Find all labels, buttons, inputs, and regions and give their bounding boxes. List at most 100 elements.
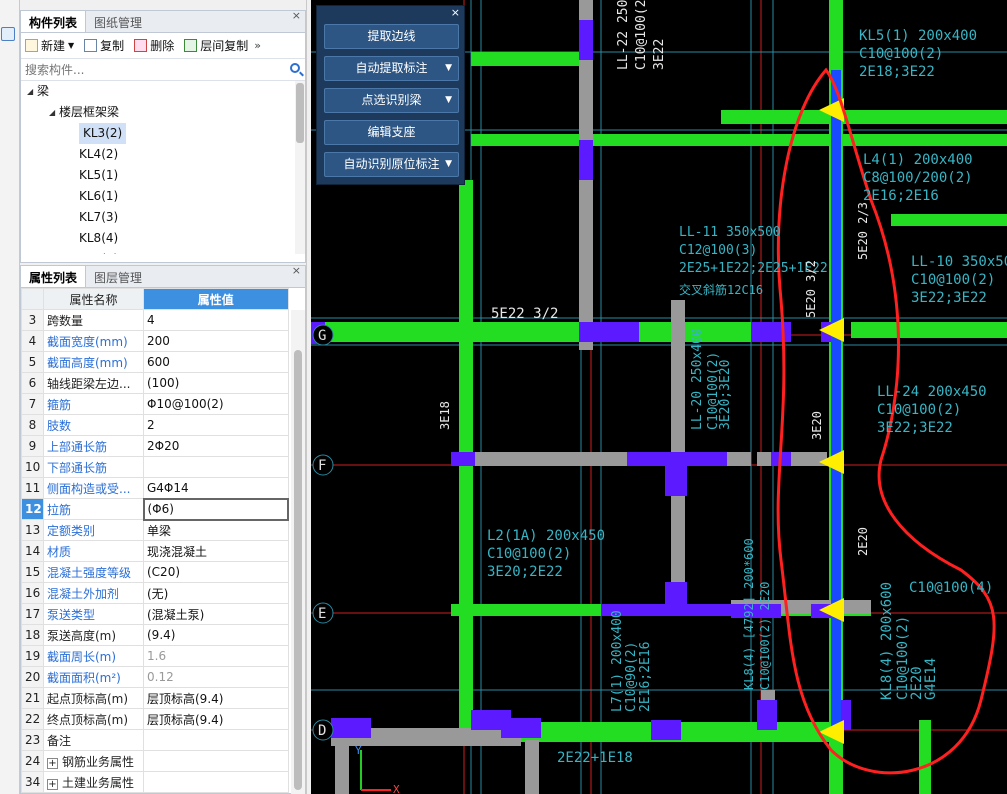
property-value[interactable]: 2Φ20 bbox=[143, 435, 289, 457]
beam-grey bbox=[671, 300, 685, 466]
property-row[interactable]: 19 截面周长(m) 1.6 bbox=[21, 645, 289, 667]
property-panel-tabs: 属性列表 图层管理 bbox=[21, 266, 305, 288]
close-icon[interactable]: × bbox=[451, 6, 460, 19]
property-name-header: 属性名称 bbox=[43, 288, 144, 310]
beam-annotation-text: 交叉斜筋12C16 bbox=[679, 282, 763, 297]
property-name: 起点顶标高(m) bbox=[43, 687, 144, 709]
property-value[interactable]: (混凝土泵) bbox=[143, 603, 289, 625]
tree-item-component[interactable]: KL8(4) bbox=[21, 228, 305, 249]
property-row[interactable]: 14 材质 现浇混凝土 bbox=[21, 540, 289, 562]
expand-icon[interactable]: + bbox=[47, 778, 58, 790]
property-row[interactable]: 9 上部通长筋 2Φ20 bbox=[21, 435, 289, 457]
float-tool-button[interactable]: 自动识别原位标注 ▼ bbox=[324, 152, 459, 177]
property-value[interactable]: 单梁 bbox=[143, 519, 289, 541]
property-row[interactable]: 11 侧面构造或受... G4Φ14 bbox=[21, 477, 289, 499]
tree-collapse-icon[interactable]: ◢ bbox=[49, 102, 59, 123]
copy-button[interactable]: 复制 bbox=[84, 37, 124, 54]
property-row[interactable]: 8 肢数 2 bbox=[21, 414, 289, 436]
property-value[interactable]: (Φ6) bbox=[142, 497, 289, 521]
property-row[interactable]: 7 箍筋 Φ10@100(2) bbox=[21, 393, 289, 415]
property-value[interactable]: 层顶标高(9.4) bbox=[143, 687, 289, 709]
property-row[interactable]: 21 起点顶标高(m) 层顶标高(9.4) bbox=[21, 687, 289, 709]
property-row[interactable]: 13 定额类别 单梁 bbox=[21, 519, 289, 541]
property-row[interactable]: 15 混凝土强度等级 (C20) bbox=[21, 561, 289, 583]
tree-scrollbar[interactable] bbox=[295, 81, 305, 254]
tree-item-component[interactable]: KL7(3) bbox=[21, 207, 305, 228]
close-icon[interactable]: × bbox=[292, 9, 301, 22]
delete-button[interactable]: 删除 bbox=[134, 37, 174, 54]
property-scrollbar-thumb[interactable] bbox=[294, 350, 302, 790]
tab-component-list[interactable]: 构件列表 bbox=[21, 11, 87, 32]
chevron-down-icon[interactable]: ▼ bbox=[445, 153, 452, 176]
property-value[interactable]: 0.12 bbox=[143, 666, 289, 688]
property-row[interactable]: 3 跨数量 4 bbox=[21, 309, 289, 331]
float-tool-button-label: 编辑支座 bbox=[367, 125, 416, 139]
tree-item-component[interactable]: KL4(2) bbox=[21, 144, 305, 165]
expand-icon[interactable]: + bbox=[47, 757, 58, 769]
beam-blue bbox=[451, 452, 475, 466]
float-tool-button-label: 点选识别梁 bbox=[361, 93, 422, 107]
chevron-down-icon[interactable]: ▼ bbox=[445, 89, 452, 112]
chevron-down-icon[interactable]: ▼ bbox=[445, 57, 452, 80]
property-value[interactable]: (9.4) bbox=[143, 624, 289, 646]
property-value[interactable]: Φ10@100(2) bbox=[143, 393, 289, 415]
tree-node-frame-beam[interactable]: ◢ 楼层框架梁 bbox=[21, 102, 305, 123]
tree-item-component[interactable]: KL6(1) bbox=[21, 186, 305, 207]
tree-item-component[interactable]: KL3(2) bbox=[21, 123, 305, 144]
property-value[interactable] bbox=[143, 456, 289, 478]
property-value[interactable]: 200 bbox=[143, 330, 289, 352]
panel-toggle-icon[interactable] bbox=[1, 27, 15, 41]
float-tool-button[interactable]: 自动提取标注 ▼ bbox=[324, 56, 459, 81]
property-value[interactable]: (无) bbox=[143, 582, 289, 604]
property-value[interactable] bbox=[143, 750, 289, 772]
property-row[interactable]: 23 备注 bbox=[21, 729, 289, 751]
property-row[interactable]: 20 截面面积(m²) 0.12 bbox=[21, 666, 289, 688]
property-value[interactable]: (C20) bbox=[143, 561, 289, 583]
search-input[interactable] bbox=[21, 59, 305, 80]
property-row[interactable]: 12 拉筋 (Φ6) bbox=[21, 497, 289, 521]
tab-layer-management[interactable]: 图层管理 bbox=[86, 266, 150, 287]
property-value[interactable]: 600 bbox=[143, 351, 289, 373]
property-row-number: 23 bbox=[21, 729, 44, 751]
property-row[interactable]: 6 轴线距梁左边... (100) bbox=[21, 372, 289, 394]
property-row[interactable]: 24 + 钢筋业务属性 bbox=[21, 750, 289, 772]
property-row[interactable]: 4 截面宽度(mm) 200 bbox=[21, 330, 289, 352]
property-row[interactable]: 5 截面高度(mm) 600 bbox=[21, 351, 289, 373]
property-row[interactable]: 17 泵送类型 (混凝土泵) bbox=[21, 603, 289, 625]
tree-collapse-icon[interactable]: ◢ bbox=[27, 81, 37, 102]
property-value[interactable] bbox=[143, 729, 289, 751]
close-icon[interactable]: × bbox=[292, 264, 301, 277]
layer-copy-button[interactable]: 层间复制 bbox=[184, 37, 248, 54]
property-value[interactable]: 2 bbox=[143, 414, 289, 436]
toolbar-more-icon[interactable]: » bbox=[254, 39, 261, 52]
tree-node-beam[interactable]: ◢ 梁 bbox=[21, 81, 305, 102]
beam-annotation-text: 2E16;2E16 bbox=[863, 188, 939, 204]
tree-scrollbar-thumb[interactable] bbox=[296, 83, 304, 143]
property-row[interactable]: 34 + 土建业务属性 bbox=[21, 771, 289, 793]
property-value[interactable]: (100) bbox=[143, 372, 289, 394]
tab-drawing-management[interactable]: 图纸管理 bbox=[86, 11, 150, 32]
property-row[interactable]: 18 泵送高度(m) (9.4) bbox=[21, 624, 289, 646]
new-button[interactable]: 新建 ▼ bbox=[25, 37, 74, 54]
tree-item-component[interactable]: KL9(2) bbox=[21, 249, 305, 254]
float-tool-button[interactable]: 编辑支座 bbox=[324, 120, 459, 145]
property-row[interactable]: 22 终点顶标高(m) 层顶标高(9.4) bbox=[21, 708, 289, 730]
tree-item-component[interactable]: KL5(1) bbox=[21, 165, 305, 186]
property-value[interactable] bbox=[143, 771, 289, 793]
property-value[interactable]: 1.6 bbox=[143, 645, 289, 667]
float-tool-button[interactable]: 点选识别梁 ▼ bbox=[324, 88, 459, 113]
property-row[interactable]: 10 下部通长筋 bbox=[21, 456, 289, 478]
float-tool-button[interactable]: 提取边线 bbox=[324, 24, 459, 49]
property-value[interactable]: G4Φ14 bbox=[143, 477, 289, 499]
property-value[interactable]: 现浇混凝土 bbox=[143, 540, 289, 562]
property-table: 属性名称 属性值 3 跨数量 4 4 截面宽度(mm) 200 5 截面高度(mm) 600 6 轴… bbox=[21, 288, 289, 793]
beam-annotation-text: 2E18;3E22 bbox=[859, 64, 935, 80]
property-value[interactable]: 4 bbox=[143, 309, 289, 331]
tab-property-list[interactable]: 属性列表 bbox=[21, 266, 87, 287]
property-name: 定额类别 bbox=[43, 519, 144, 541]
property-value[interactable]: 层顶标高(9.4) bbox=[143, 708, 289, 730]
property-row[interactable]: 16 混凝土外加剂 (无) bbox=[21, 582, 289, 604]
property-scrollbar[interactable] bbox=[291, 310, 305, 794]
property-name: 上部通长筋 bbox=[43, 435, 144, 457]
search-icon[interactable] bbox=[290, 63, 300, 73]
